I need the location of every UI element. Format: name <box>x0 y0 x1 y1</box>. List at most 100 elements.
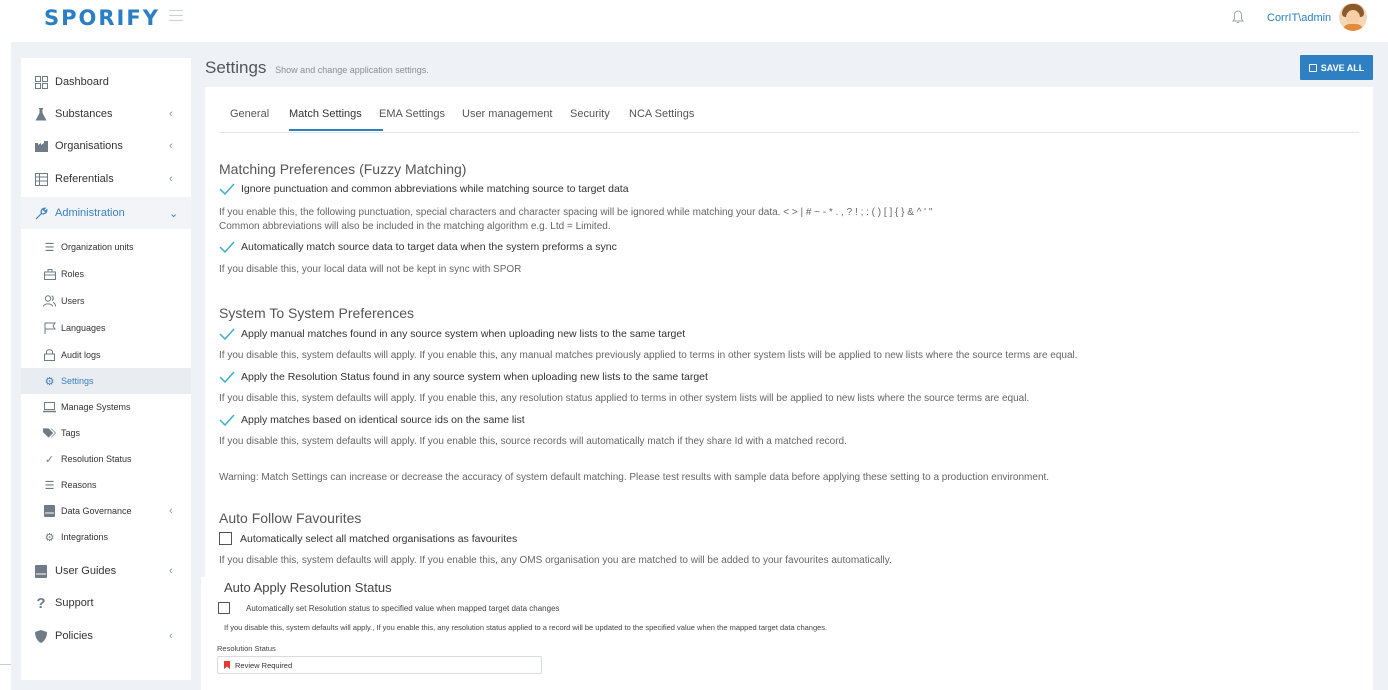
sidebar-subitem-users[interactable]: Users <box>21 288 191 314</box>
sidebar-subitem-languages[interactable]: Languages <box>21 315 191 341</box>
sidebar-subitem-settings[interactable]: ⚙ Settings <box>21 368 191 394</box>
sidebar-item-label: Organisations <box>55 140 123 152</box>
auto-follow-title: Auto Follow Favourites <box>219 510 362 526</box>
apply-resolution-status-option[interactable]: Apply the Resolution Status found in any… <box>219 371 708 383</box>
tab-match-settings[interactable]: Match Settings <box>289 108 362 120</box>
resolution-status-label: Resolution Status <box>217 644 276 653</box>
sidebar-subitem-label: Reasons <box>61 480 97 490</box>
top-bar: SPORIFY CorrIT\admin <box>0 0 1388 42</box>
save-all-button[interactable]: SAVE ALL <box>1300 55 1373 80</box>
database-icon <box>43 505 56 518</box>
laptop-icon <box>43 401 56 414</box>
sidebar-subitem-label: Organization units <box>61 242 134 252</box>
resolution-status-value: Review Required <box>235 660 293 670</box>
sidebar-subitem-data-governance[interactable]: Data Governance ‹ <box>21 498 191 524</box>
help-text: If you disable this, your local data wil… <box>219 264 522 275</box>
check-icon[interactable] <box>219 241 235 253</box>
ignore-punctuation-option[interactable]: Ignore punctuation and common abbreviati… <box>219 183 629 195</box>
sidebar-subitem-organization-units[interactable]: ☰ Organization units <box>21 234 191 260</box>
sidebar-item-label: Support <box>55 597 94 609</box>
check-icon[interactable] <box>219 414 235 426</box>
auto-resolution-checkbox[interactable] <box>218 602 230 614</box>
help-text: If you disable this, system defaults wil… <box>224 623 828 632</box>
cogs-icon: ⚙ <box>44 531 55 544</box>
page-subtitle: Show and change application settings. <box>275 65 429 75</box>
sidebar-item-organisations[interactable]: Organisations ‹ <box>21 131 191 161</box>
app-logo[interactable]: SPORIFY <box>44 6 160 30</box>
sidebar-item-label: Substances <box>55 108 113 120</box>
check-icon[interactable] <box>219 328 235 340</box>
help-text: If you enable this, the following punctu… <box>219 206 932 234</box>
sidebar-item-administration[interactable]: Administration ⌄ <box>21 197 191 229</box>
check-icon[interactable] <box>219 183 235 195</box>
sidebar-subitem-resolution-status[interactable]: ✓ Resolution Status <box>21 446 191 472</box>
avatar[interactable] <box>1339 3 1367 31</box>
tab-ema-settings[interactable]: EMA Settings <box>379 108 445 120</box>
sidebar-subitem-label: Resolution Status <box>61 454 132 464</box>
sidebar-subitem-reasons[interactable]: ☰ Reasons <box>21 472 191 498</box>
auto-match-sync-option[interactable]: Automatically match source data to targe… <box>219 241 617 253</box>
sidebar-subitem-label: Data Governance <box>61 506 132 516</box>
sidebar-item-substances[interactable]: Substances ‹ <box>21 99 191 129</box>
sidebar-subitem-label: Roles <box>61 269 85 279</box>
building-icon <box>34 139 48 153</box>
chevron-left-icon: ‹ <box>169 565 173 577</box>
help-text-line: If you enable this, the following punctu… <box>219 207 933 218</box>
tab-bar: General Match Settings EMA Settings User… <box>219 87 1359 133</box>
tab-general[interactable]: General <box>230 108 269 120</box>
option-label: Apply matches based on identical source … <box>241 414 525 426</box>
sidebar-item-policies[interactable]: Policies ‹ <box>21 621 191 651</box>
page-title-text: Settings <box>205 58 267 77</box>
save-all-label: SAVE ALL <box>1320 62 1365 73</box>
apply-identical-ids-option[interactable]: Apply matches based on identical source … <box>219 414 525 426</box>
sidebar-subitem-label: Languages <box>61 323 106 333</box>
sidebar-subitem-roles[interactable]: Roles <box>21 261 191 287</box>
option-label: Automatically set Resolution status to s… <box>246 603 560 613</box>
sidebar-item-label: Policies <box>55 630 93 642</box>
sidebar-item-label: Referentials <box>55 173 114 185</box>
sidebar-item-dashboard[interactable]: Dashboard <box>21 67 191 97</box>
sidebar-subitem-label: Tags <box>61 428 81 438</box>
user-name[interactable]: CorrIT\admin <box>1267 12 1331 24</box>
help-text: If you disable this, system defaults wil… <box>219 555 892 566</box>
active-tab-indicator <box>289 129 383 131</box>
sidebar-item-label: User Guides <box>55 565 117 577</box>
shield-icon <box>34 629 48 643</box>
apply-manual-matches-option[interactable]: Apply manual matches found in any source… <box>219 328 685 340</box>
flask-icon <box>34 107 48 121</box>
auto-favourites-option[interactable]: Automatically select all matched organis… <box>219 532 517 545</box>
sidebar-item-support[interactable]: ? Support <box>21 588 191 618</box>
sidebar-subitem-label: Users <box>61 296 85 306</box>
sidebar: Dashboard Substances ‹ Organisations ‹ R… <box>21 58 191 680</box>
help-text: If you disable this, system defaults wil… <box>219 350 1078 361</box>
book-icon <box>34 564 48 578</box>
bell-icon[interactable] <box>1232 10 1244 24</box>
tab-user-management[interactable]: User management <box>462 108 553 120</box>
menu-toggle-icon[interactable] <box>169 10 183 25</box>
sidebar-subitem-label: Audit logs <box>61 350 101 360</box>
sidebar-subitem-audit-logs[interactable]: Audit logs <box>21 342 191 368</box>
tab-nca-settings[interactable]: NCA Settings <box>629 108 694 120</box>
sidebar-item-user-guides[interactable]: User Guides ‹ <box>21 556 191 586</box>
gear-icon: ⚙ <box>44 375 55 388</box>
sidebar-subitem-integrations[interactable]: ⚙ Integrations <box>21 524 191 550</box>
chevron-left-icon: ‹ <box>169 505 173 517</box>
sidebar-subitem-manage-systems[interactable]: Manage Systems <box>21 394 191 420</box>
sidebar-item-referentials[interactable]: Referentials ‹ <box>21 164 191 194</box>
briefcase-icon <box>43 268 56 281</box>
table-icon <box>34 172 48 186</box>
resolution-status-select[interactable]: Review Required <box>217 656 542 674</box>
sidebar-subitem-label: Settings <box>61 376 94 386</box>
list-icon: ☰ <box>44 479 55 492</box>
settings-panel: General Match Settings EMA Settings User… <box>205 87 1373 577</box>
tags-icon <box>43 427 56 440</box>
sidebar-subitem-tags[interactable]: Tags <box>21 420 191 446</box>
check-icon[interactable] <box>219 371 235 383</box>
chevron-down-icon: ⌄ <box>169 207 179 220</box>
tab-security[interactable]: Security <box>570 108 610 120</box>
help-text: If you disable this, system defaults wil… <box>219 393 1030 404</box>
auto-resolution-option[interactable]: Automatically set Resolution status to s… <box>218 602 560 614</box>
page-title: Settings Show and change application set… <box>205 58 429 78</box>
fuzzy-matching-title: Matching Preferences (Fuzzy Matching) <box>219 161 467 177</box>
favourites-checkbox[interactable] <box>219 532 232 545</box>
